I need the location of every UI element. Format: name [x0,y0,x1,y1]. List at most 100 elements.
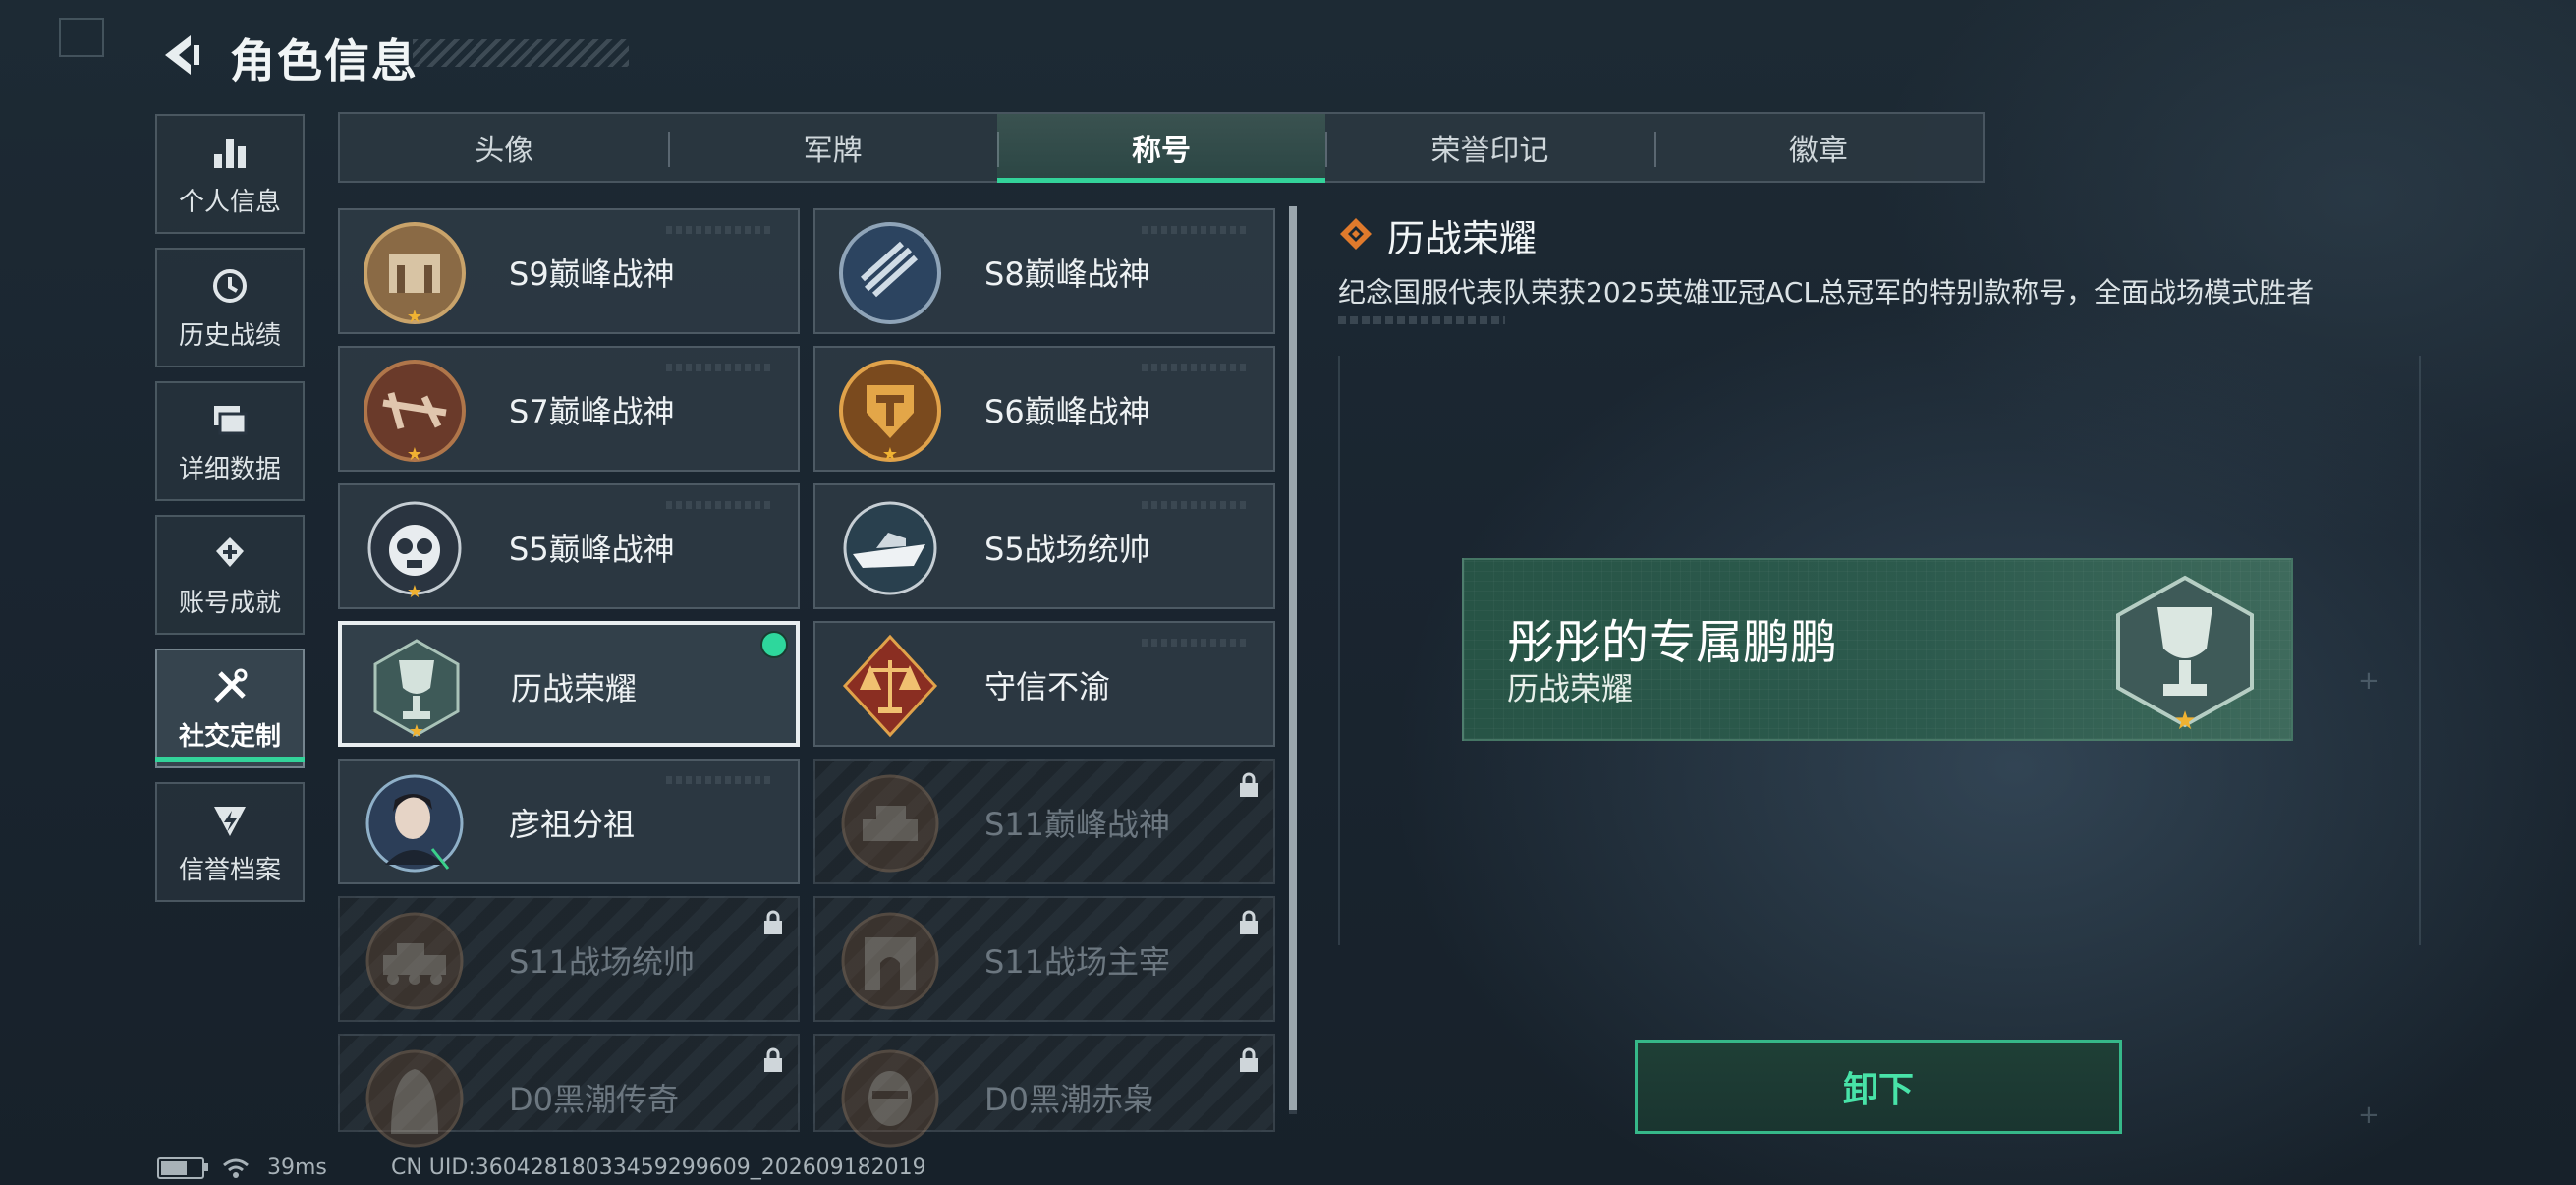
title-card[interactable]: ★ S9巅峰战神 [338,208,800,334]
lock-icon [1240,910,1258,934]
boat-emblem-icon [843,501,937,595]
title-card-locked[interactable]: D0黑潮传奇 [338,1034,800,1148]
detail-decoration [1338,316,1505,324]
detail-description: 纪念国服代表队荣获2025英雄亚冠ACL总冠军的特别款称号，全面战场模式胜者 [1338,276,2315,309]
portrait-emblem-icon [365,774,464,873]
arch-emblem-icon [841,912,939,1010]
lock-icon [764,910,782,934]
title-preview-banner: 彤彤的专属鹏鹏 历战荣耀 ★ [1462,558,2293,741]
bar-chart-icon [208,131,252,174]
card-decoration [1142,226,1250,234]
title-card[interactable]: 彦祖分祖 [338,759,800,884]
title-name: D0黑潮赤枭 [984,1081,1155,1118]
title-name: S11战场统帅 [509,943,696,981]
credit-icon [208,799,252,842]
tab-military-tag[interactable]: 军牌 [668,114,996,181]
tab-avatar[interactable]: 头像 [340,114,668,181]
title-card-locked[interactable]: S11战场统帅 [338,896,800,1022]
card-decoration [666,364,774,371]
detail-title: 历战荣耀 [1387,217,1538,260]
title-name: S11战场主宰 [984,943,1171,981]
svg-text:★: ★ [2173,706,2196,733]
nav-item-achievements[interactable]: 账号成就 [155,515,305,635]
title-name: 历战荣耀 [511,670,638,707]
achievement-icon [208,532,252,575]
title-name: D0黑潮传奇 [509,1081,680,1118]
armored-vehicle-emblem-icon [365,912,464,1010]
tank-emblem-icon [841,774,939,873]
card-decoration [666,226,774,234]
card-decoration [1142,501,1250,509]
nav-item-social-custom[interactable]: 社交定制 [155,649,305,768]
masked-face-emblem-icon [841,1049,939,1148]
tab-honor-mark[interactable]: 荣誉印记 [1325,114,1653,181]
corner-decoration [59,18,104,57]
nav-item-personal-info[interactable]: 个人信息 [155,114,305,234]
title-name: S11巅峰战神 [984,806,1171,843]
tools-icon [208,665,252,708]
title-decoration [413,39,629,67]
nav-label: 详细数据 [178,454,281,484]
equipped-indicator [760,631,788,658]
shield-emblem-icon: ★ [839,360,941,464]
card-decoration [666,501,774,509]
title-card-locked[interactable]: D0黑潮赤枭 [813,1034,1275,1148]
title-name: 彦祖分祖 [509,806,636,843]
svg-text:★: ★ [882,444,898,464]
lock-icon [764,1047,782,1072]
fortress-emblem-icon: ★ [364,222,466,326]
title-card[interactable]: S8巅峰战神 [813,208,1275,334]
lock-icon [1240,1047,1258,1072]
trophy-emblem-icon: ★ [373,639,460,741]
rifle-emblem-icon [839,222,941,324]
hooded-figure-emblem-icon [365,1049,464,1148]
card-decoration [666,776,774,784]
nav-label: 历史战绩 [178,320,281,351]
nav-active-indicator [155,757,305,762]
title-card-locked[interactable]: S11战场主宰 [813,896,1275,1022]
title-card[interactable]: 守信不渝 [813,621,1275,747]
trophy-emblem-icon: ★ [2116,575,2254,733]
title-card-selected[interactable]: ★ 历战荣耀 [338,621,800,747]
nav-item-details[interactable]: 详细数据 [155,381,305,501]
svg-text:★: ★ [407,582,422,601]
title-card-locked[interactable]: S11巅峰战神 [813,759,1275,884]
title-name: S9巅峰战神 [509,255,675,293]
title-card[interactable]: ★ S6巅峰战神 [813,346,1275,472]
nav-item-history[interactable]: 历史战绩 [155,248,305,367]
banner-title: 历战荣耀 [1507,670,1634,707]
nav-label: 账号成就 [178,588,281,618]
uid-text: CN UID:36042818033459299609_202609182019 [391,1156,926,1180]
title-card[interactable]: S5战场统帅 [813,483,1275,609]
nav-item-credit[interactable]: 信誉档案 [155,782,305,902]
svg-text:★: ★ [407,307,422,326]
back-button[interactable] [157,31,204,79]
tab-title[interactable]: 称号 [996,114,1326,183]
tab-badge[interactable]: 徽章 [1653,114,1983,181]
banner-player-name: 彤彤的专属鹏鹏 [1507,615,1838,670]
list-scrollbar-thumb[interactable] [1289,206,1297,1110]
title-name: S5战场统帅 [984,531,1150,568]
scales-emblem-icon [842,634,938,738]
title-card[interactable]: ★ S5巅峰战神 [338,483,800,609]
back-arrow-icon [165,35,199,75]
title-card[interactable]: ★ S7巅峰战神 [338,346,800,472]
nav-label: 信誉档案 [178,855,281,885]
page-title: 角色信息 [230,34,419,87]
card-decoration [1142,639,1250,647]
status-bar: 39ms [157,1156,327,1180]
crossbow-emblem-icon: ★ [364,360,466,464]
card-decoration [1142,364,1250,371]
ping-text: 39ms [267,1156,327,1180]
title-name: S6巅峰战神 [984,393,1150,430]
unequip-button[interactable]: 卸下 [1635,1040,2122,1134]
clock-icon [208,264,252,308]
diamond-title-icon [1340,218,1372,250]
title-name: S8巅峰战神 [984,255,1150,293]
title-name: S7巅峰战神 [509,393,675,430]
title-name: S5巅峰战神 [509,531,675,568]
category-tabs: 头像 军牌 称号 荣誉印记 徽章 [338,112,1985,183]
folders-icon [208,398,252,441]
lock-icon [1240,772,1258,797]
battery-icon [157,1157,208,1179]
